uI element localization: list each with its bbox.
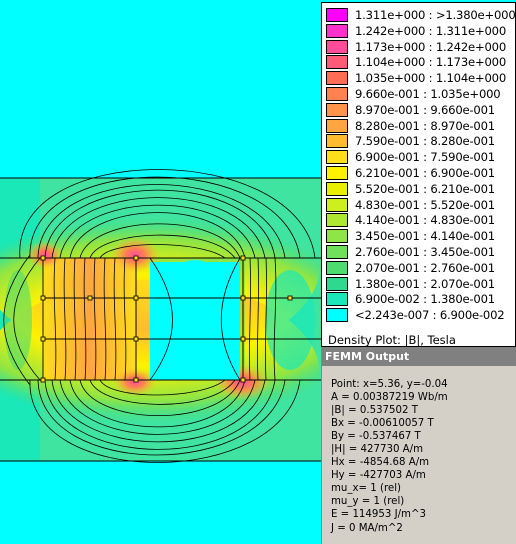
legend-row: <2.243e-007 : 6.900e-002: [326, 307, 516, 323]
output-line: mu_y = 1 (rel): [331, 496, 405, 508]
legend-swatch: [326, 55, 348, 70]
legend-swatch: [326, 71, 348, 86]
legend-range-label: 1.035e+000 : 1.104e+000: [355, 71, 507, 86]
left-core-band: [43, 258, 136, 380]
output-line: By = -0.537467 T: [331, 431, 421, 443]
legend-swatch: [326, 245, 348, 259]
output-line: mu_x= 1 (rel): [331, 483, 402, 495]
legend-range-label: 9.660e-001 : 1.035e+000: [355, 87, 501, 101]
legend-swatch: [326, 102, 348, 117]
legend-row: 7.590e-001 : 8.280e-001: [326, 133, 516, 149]
legend-range-label: 6.900e-002 : 1.380e-001: [355, 292, 495, 307]
legend-range-label: 1.242e+000 : 1.311e+000: [355, 23, 507, 38]
legend-range-label: 1.104e+000 : 1.173e+000: [355, 55, 507, 70]
legend-row: 8.280e-001 : 8.970e-001: [326, 118, 516, 134]
legend-row: 3.450e-001 : 4.140e-001: [326, 228, 516, 244]
legend-swatch: [326, 276, 348, 291]
output-line: |H| = 427730 A/m: [331, 444, 423, 456]
legend-range-label: 5.520e-001 : 6.210e-001: [355, 181, 495, 196]
legend-range-label: 4.140e-001 : 4.830e-001: [355, 213, 495, 228]
legend-swatch: [326, 229, 348, 244]
legend-range-label: 2.760e-001 : 3.450e-001: [355, 245, 495, 259]
output-line: A = 0.00387219 Wb/m: [331, 392, 448, 404]
legend-row: 2.070e-001 : 2.760e-001: [326, 260, 516, 276]
legend-row: 9.660e-001 : 1.035e+000: [326, 86, 516, 102]
legend-swatch: [326, 134, 348, 149]
legend-swatch: [326, 8, 348, 22]
legend-range-label: 8.280e-001 : 8.970e-001: [355, 118, 495, 133]
output-line: E = 114953 J/m^3: [331, 509, 426, 521]
legend-range-label: <2.243e-007 : 6.900e-002: [355, 308, 505, 323]
legend-row: 1.242e+000 : 1.311e+000: [326, 23, 516, 39]
legend-swatch: [326, 260, 348, 275]
legend-caption: Density Plot: |B|, Tesla: [328, 333, 456, 347]
output-line: J = 0 MA/m^2: [331, 522, 403, 534]
legend-row: 5.520e-001 : 6.210e-001: [326, 181, 516, 197]
legend-row: 6.900e-002 : 1.380e-001: [326, 291, 516, 307]
output-line: Hy = -427703 A/m: [331, 470, 426, 482]
output-line: Hx = -4854.68 A/m: [331, 457, 430, 469]
legend-swatch: [326, 23, 348, 38]
legend-swatch: [326, 166, 348, 180]
legend-row: 4.830e-001 : 5.520e-001: [326, 197, 516, 213]
legend-range-label: 1.311e+000 : >1.380e+000: [355, 8, 516, 22]
legend-row: 1.104e+000 : 1.173e+000: [326, 54, 516, 70]
legend-row: 1.311e+000 : >1.380e+000: [326, 7, 516, 23]
output-line: Bx = -0.00610057 T: [331, 418, 434, 430]
legend-range-label: 1.380e-001 : 2.070e-001: [355, 276, 495, 291]
legend-range-label: 6.210e-001 : 6.900e-001: [355, 166, 495, 180]
legend-swatch: [326, 308, 348, 323]
density-legend: 1.311e+000 : >1.380e+000 1.242e+000 : 1.3…: [321, 2, 516, 347]
legend-range-label: 2.070e-001 : 2.760e-001: [355, 260, 495, 275]
legend-row: 4.140e-001 : 4.830e-001: [326, 212, 516, 228]
legend-swatch: [326, 292, 348, 307]
legend-row: 2.760e-001 : 3.450e-001: [326, 244, 516, 260]
femm-output-panel: FEMM Output Point: x=5.36, y=-0.04 A = 0.…: [321, 347, 516, 544]
legend-swatch: [326, 118, 348, 133]
legend-swatch: [326, 181, 348, 196]
legend-swatch: [326, 213, 348, 228]
legend-range-label: 3.450e-001 : 4.140e-001: [355, 229, 495, 244]
legend-swatch: [326, 197, 348, 212]
legend-swatch: [326, 87, 348, 101]
legend-swatch: [326, 150, 348, 165]
output-line: Point: x=5.36, y=-0.04: [331, 379, 448, 390]
legend-range-label: 1.173e+000 : 1.242e+000: [355, 39, 507, 54]
legend-row: 1.380e-001 : 2.070e-001: [326, 276, 516, 292]
output-line: |B| = 0.537502 T: [331, 405, 418, 417]
legend-row: 1.035e+000 : 1.104e+000: [326, 70, 516, 86]
output-panel-title[interactable]: FEMM Output: [322, 347, 516, 366]
legend-row: 1.173e+000 : 1.242e+000: [326, 39, 516, 55]
legend-range-label: 8.970e-001 : 9.660e-001: [355, 102, 495, 117]
legend-range-label: 6.900e-001 : 7.590e-001: [355, 150, 495, 165]
legend-swatch: [326, 39, 348, 54]
output-readout: Point: x=5.36, y=-0.04 A = 0.00387219 Wb/…: [331, 378, 448, 535]
legend-row: 8.970e-001 : 9.660e-001: [326, 102, 516, 118]
legend-range-label: 4.830e-001 : 5.520e-001: [355, 197, 495, 212]
legend-row: 6.210e-001 : 6.900e-001: [326, 165, 516, 181]
legend-range-label: 7.590e-001 : 8.280e-001: [355, 134, 495, 149]
legend-row: 6.900e-001 : 7.590e-001: [326, 149, 516, 165]
